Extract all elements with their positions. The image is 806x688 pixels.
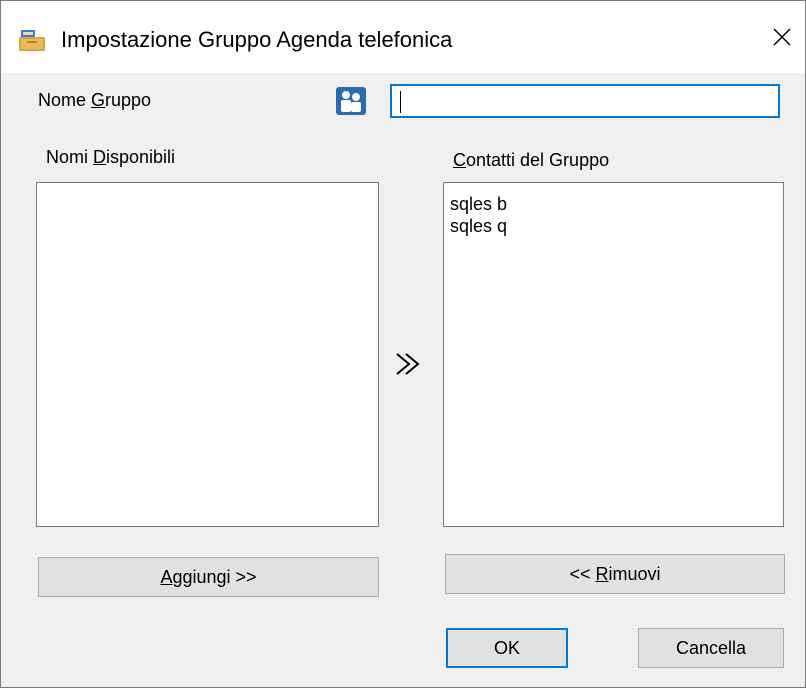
- available-names-label: Nomi Disponibili: [46, 147, 175, 168]
- group-contacts-label-suffix: ontatti del Gruppo: [466, 150, 610, 170]
- group-name-input[interactable]: [390, 84, 780, 118]
- available-names-list[interactable]: [36, 182, 379, 527]
- close-button[interactable]: [759, 17, 805, 57]
- group-name-label: Nome Gruppo: [38, 90, 151, 111]
- list-item[interactable]: sqles q: [444, 215, 783, 237]
- title-bar: Impostazione Gruppo Agenda telefonica: [1, 1, 805, 73]
- close-icon: [773, 28, 791, 46]
- add-button-access-key: A: [160, 566, 173, 587]
- remove-button-prefix: <<: [569, 563, 596, 584]
- remove-button-label: imuovi: [608, 563, 661, 584]
- window-title: Impostazione Gruppo Agenda telefonica: [61, 27, 453, 52]
- cancel-button[interactable]: Cancella: [638, 628, 784, 668]
- group-contacts-label-access-key: C: [453, 150, 466, 170]
- remove-button-access-key: R: [595, 563, 609, 584]
- group-people-icon[interactable]: [336, 87, 366, 115]
- list-item[interactable]: sqles b: [444, 193, 783, 215]
- available-names-label-suffix: isponibili: [106, 147, 176, 167]
- add-button[interactable]: Aggiungi >>: [38, 557, 379, 597]
- group-contacts-label: Contatti del Gruppo: [453, 150, 609, 171]
- group-name-label-prefix: Nome: [38, 90, 92, 110]
- ok-button[interactable]: OK: [446, 628, 568, 668]
- remove-button[interactable]: << Rimuovi: [445, 554, 785, 594]
- available-names-label-access-key: D: [93, 147, 107, 167]
- dialog-window: Impostazione Gruppo Agenda telefonica No…: [0, 0, 806, 688]
- double-chevron-right-icon[interactable]: [394, 351, 424, 377]
- group-name-label-suffix: ruppo: [105, 90, 152, 110]
- available-names-label-prefix: Nomi: [46, 147, 94, 167]
- add-button-label: ggiungi >>: [172, 566, 257, 587]
- group-contacts-list[interactable]: sqles b sqles q: [443, 182, 784, 527]
- address-book-icon: [19, 30, 45, 51]
- group-name-label-access-key: G: [91, 90, 106, 110]
- text-caret: [400, 91, 401, 113]
